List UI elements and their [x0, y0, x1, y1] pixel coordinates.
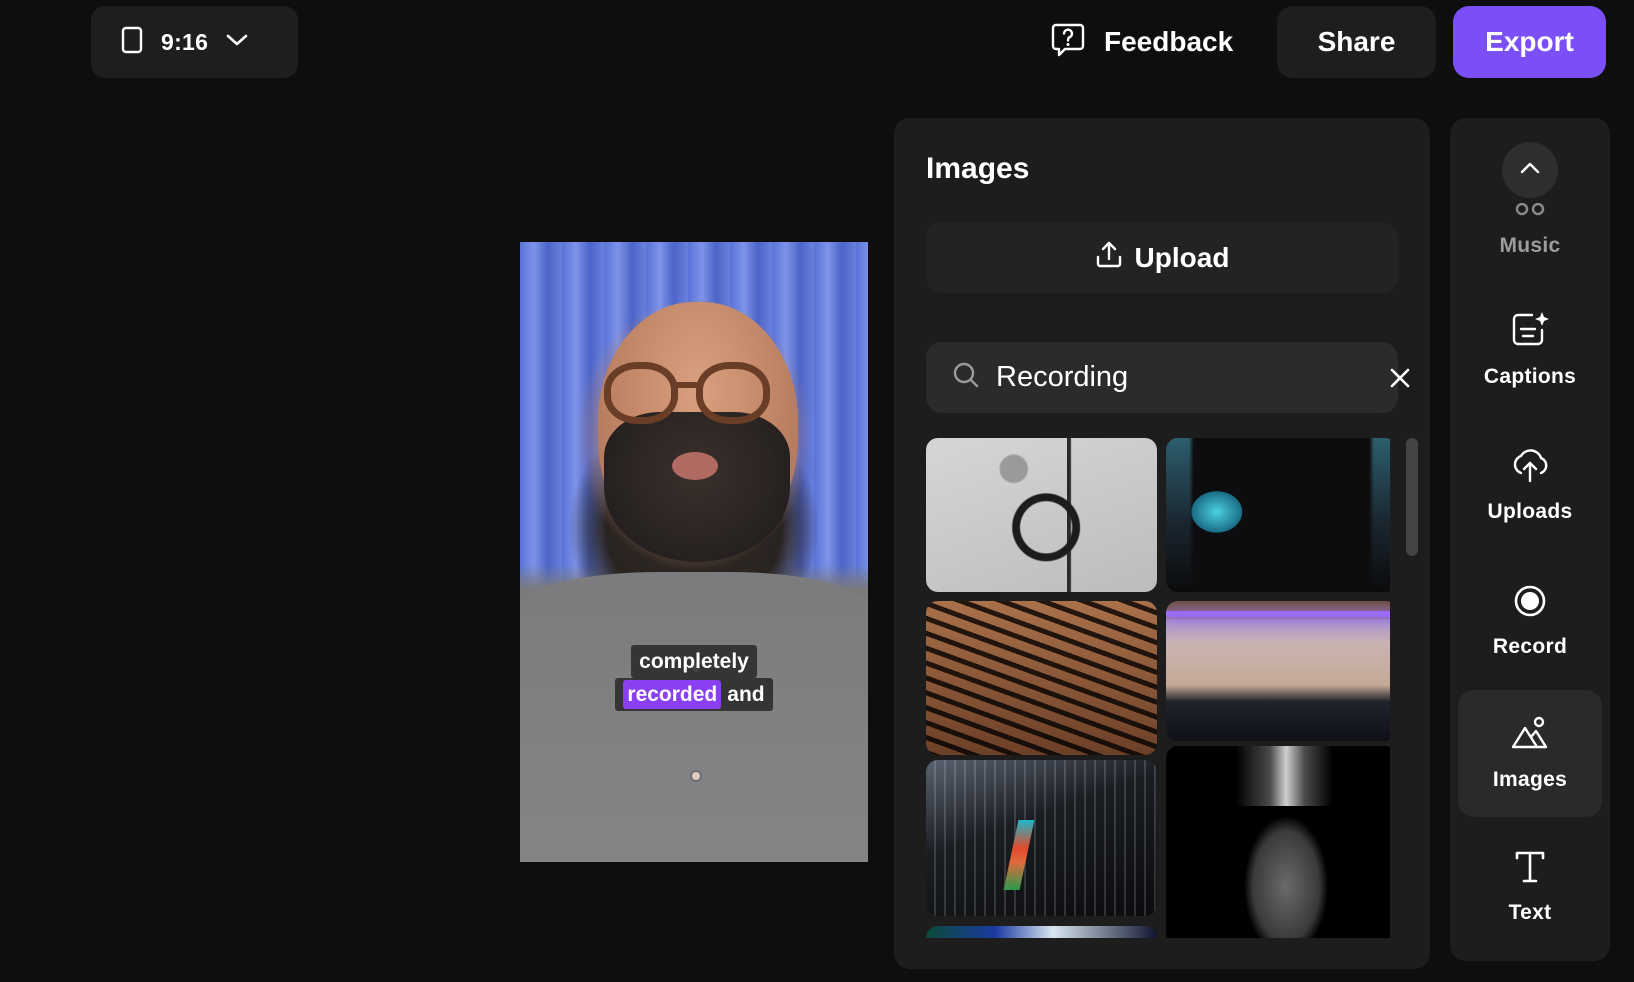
feedback-button[interactable]: Feedback: [1050, 6, 1233, 78]
image-search[interactable]: [926, 342, 1410, 413]
rail-item-text[interactable]: Text: [1458, 824, 1602, 951]
preview-glasses-right: [696, 362, 770, 424]
image-result-microphone-headphones[interactable]: [926, 438, 1157, 592]
video-preview[interactable]: completely recorded and: [520, 242, 868, 862]
caption-line-1: completely: [631, 645, 757, 678]
share-button[interactable]: Share: [1277, 6, 1436, 78]
caption-overlay[interactable]: completely recorded and: [520, 645, 868, 711]
upload-button[interactable]: Upload: [926, 222, 1398, 293]
rail-item-label: Music: [1499, 234, 1561, 257]
caption-word: and: [727, 683, 765, 706]
export-button[interactable]: Export: [1453, 6, 1606, 78]
image-result-video-camera[interactable]: [1166, 438, 1390, 592]
rail-item-uploads[interactable]: Uploads: [1458, 422, 1602, 549]
chevron-up-icon: [1520, 161, 1540, 179]
results-scrollbar[interactable]: [1406, 438, 1418, 556]
rail-item-captions[interactable]: Captions: [1458, 286, 1602, 413]
tool-rail: Music Captions Uploads Record Images Tex…: [1450, 118, 1610, 961]
rail-item-label: Text: [1508, 901, 1552, 924]
captions-icon: [1510, 310, 1550, 353]
upload-icon: [1095, 239, 1123, 276]
aspect-ratio-dropdown[interactable]: 9:16: [91, 6, 298, 78]
caption-word-highlighted: recorded: [623, 680, 722, 709]
mixer-color-strip: [1003, 820, 1035, 890]
image-results-grid: [926, 438, 1390, 938]
studio-light-strip: [1166, 611, 1390, 617]
record-icon: [1513, 584, 1547, 623]
preview-beard: [604, 412, 790, 562]
music-icon: [1513, 202, 1547, 222]
preview-shirt-button: [690, 770, 702, 782]
images-panel: Images Upload: [894, 118, 1430, 969]
chevron-down-icon: [226, 33, 248, 52]
preview-mouth: [672, 452, 718, 480]
preview-shirt: [520, 572, 868, 862]
phone-portrait-icon: [121, 26, 143, 59]
upload-label: Upload: [1134, 241, 1230, 273]
rail-item-label: Record: [1492, 635, 1568, 658]
search-icon: [952, 361, 980, 394]
image-result-digital-mixer[interactable]: [926, 760, 1157, 916]
rail-item-label: Uploads: [1487, 500, 1573, 523]
aspect-ratio-label: 9:16: [161, 28, 209, 55]
rail-item-label: Images: [1492, 768, 1568, 791]
image-result-partial[interactable]: [926, 926, 1157, 938]
feedback-label: Feedback: [1104, 26, 1234, 57]
images-icon: [1510, 715, 1550, 756]
text-icon: [1514, 850, 1546, 889]
rail-item-label: Captions: [1483, 365, 1577, 388]
rail-item-images[interactable]: Images: [1458, 690, 1602, 817]
image-result-condenser-microphone[interactable]: [1166, 746, 1390, 938]
panel-title: Images: [926, 152, 1030, 185]
rail-item-record[interactable]: Record: [1458, 558, 1602, 685]
caption-word: completely: [639, 650, 749, 673]
cloud-upload-icon: [1510, 447, 1550, 488]
clear-search-icon[interactable]: [1389, 367, 1411, 389]
preview-glasses-left: [604, 362, 678, 424]
feedback-question-icon: [1050, 22, 1086, 63]
image-result-mixing-console[interactable]: [926, 601, 1157, 755]
rail-scroll-up-button[interactable]: [1502, 142, 1558, 198]
caption-line-2: recorded and: [615, 678, 773, 711]
preview-glasses-bridge: [676, 382, 698, 388]
image-result-recording-studio[interactable]: [1166, 601, 1390, 741]
search-input[interactable]: [996, 361, 1373, 394]
